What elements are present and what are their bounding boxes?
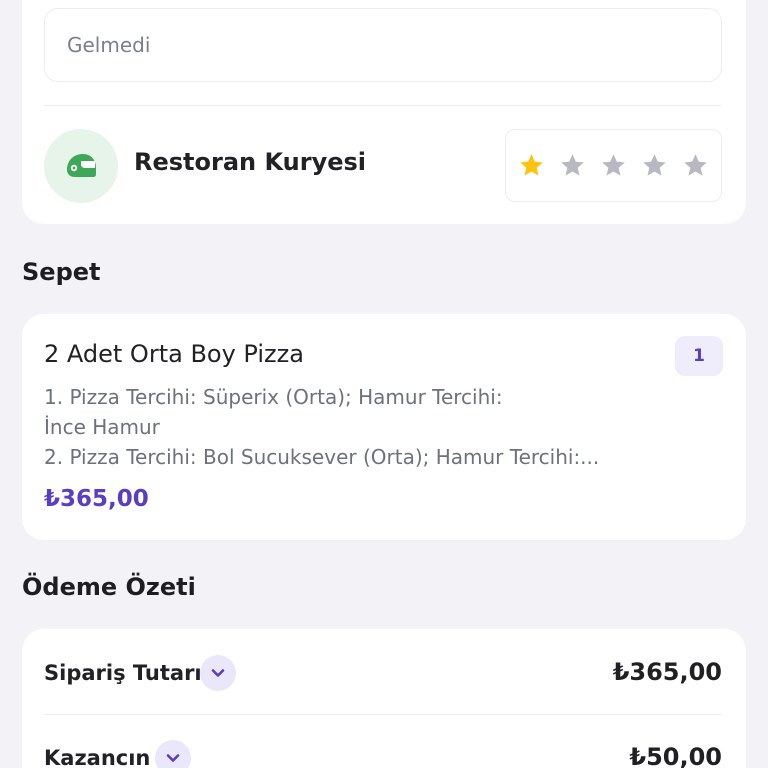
cart-item-description: 1. Pizza Tercihi: Süperix (Orta); Hamur … (44, 382, 644, 472)
quantity-badge: 1 (675, 336, 723, 376)
cart-item-price: ₺365,00 (44, 486, 149, 512)
star-filled-icon[interactable] (518, 152, 545, 179)
cart-section-title: Sepet (22, 258, 101, 286)
payment-summary-title: Ödeme Özeti (22, 573, 196, 601)
delivery-feedback-card: Gelmedi Restoran Kuryesi (22, 0, 746, 224)
summary-value: ₺365,00 (612, 658, 722, 686)
feedback-note-value: Gelmedi (67, 33, 151, 57)
expand-earnings-button[interactable] (155, 740, 191, 768)
feedback-note-field[interactable]: Gelmedi (44, 8, 722, 82)
description-line: 1. Pizza Tercihi: Süperix (Orta); Hamur … (44, 385, 503, 409)
divider (44, 105, 722, 106)
summary-value: ₺50,00 (629, 743, 722, 768)
star-empty-icon[interactable] (559, 152, 586, 179)
courier-avatar (44, 129, 118, 203)
summary-row-earnings: Kazancın ₺50,00 (44, 740, 722, 768)
expand-order-total-button[interactable] (200, 655, 236, 691)
description-line: 2. Pizza Tercihi: Bol Sucuksever (Orta);… (44, 445, 600, 469)
chevron-down-icon (211, 669, 225, 677)
cart-item-card: 2 Adet Orta Boy Pizza 1 1. Pizza Tercihi… (22, 314, 746, 540)
courier-rating[interactable] (505, 129, 722, 202)
summary-row-order-total: Sipariş Tutarı ₺365,00 (44, 655, 722, 695)
star-empty-icon[interactable] (600, 152, 627, 179)
star-empty-icon[interactable] (682, 152, 709, 179)
chevron-down-icon (166, 754, 180, 762)
description-line: İnce Hamur (44, 415, 160, 439)
summary-label: Sipariş Tutarı (44, 661, 202, 685)
star-empty-icon[interactable] (641, 152, 668, 179)
divider (44, 714, 722, 715)
payment-summary-card: Sipariş Tutarı ₺365,00 Kazancın ₺50,00 (22, 629, 746, 768)
summary-label: Kazancın (44, 746, 151, 768)
courier-name: Restoran Kuryesi (134, 148, 367, 176)
cart-item-name: 2 Adet Orta Boy Pizza (44, 340, 304, 368)
courier-helmet-icon (67, 154, 96, 177)
order-detail-page: Gelmedi Restoran Kuryesi Sepet 2 Adet Or… (0, 0, 768, 768)
